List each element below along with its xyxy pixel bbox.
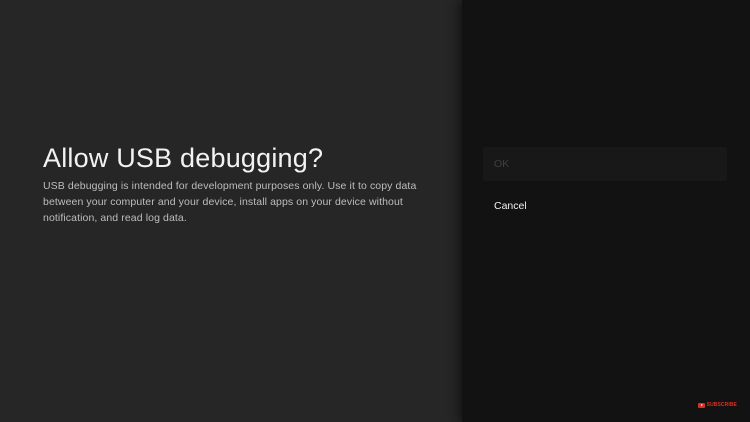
cancel-button[interactable]: Cancel: [483, 189, 727, 223]
dialog-title: Allow USB debugging?: [43, 143, 324, 173]
actions-panel: OK Cancel SUBSCRIBE: [462, 0, 750, 422]
action-list: OK Cancel: [483, 147, 727, 223]
subscribe-watermark[interactable]: SUBSCRIBE: [697, 402, 737, 408]
dialog-content: Allow USB debugging? USB debugging is in…: [43, 141, 423, 226]
subscribe-label: SUBSCRIBE: [706, 402, 737, 408]
dialog-panel: Allow USB debugging? USB debugging is in…: [0, 0, 462, 422]
ok-button[interactable]: OK: [483, 147, 727, 181]
youtube-play-icon: [697, 402, 705, 408]
ok-button-label: OK: [494, 158, 510, 170]
dialog-message: USB debugging is intended for developmen…: [43, 180, 417, 224]
cancel-button-label: Cancel: [494, 200, 527, 212]
usb-debugging-screen: Allow USB debugging? USB debugging is in…: [0, 0, 750, 422]
